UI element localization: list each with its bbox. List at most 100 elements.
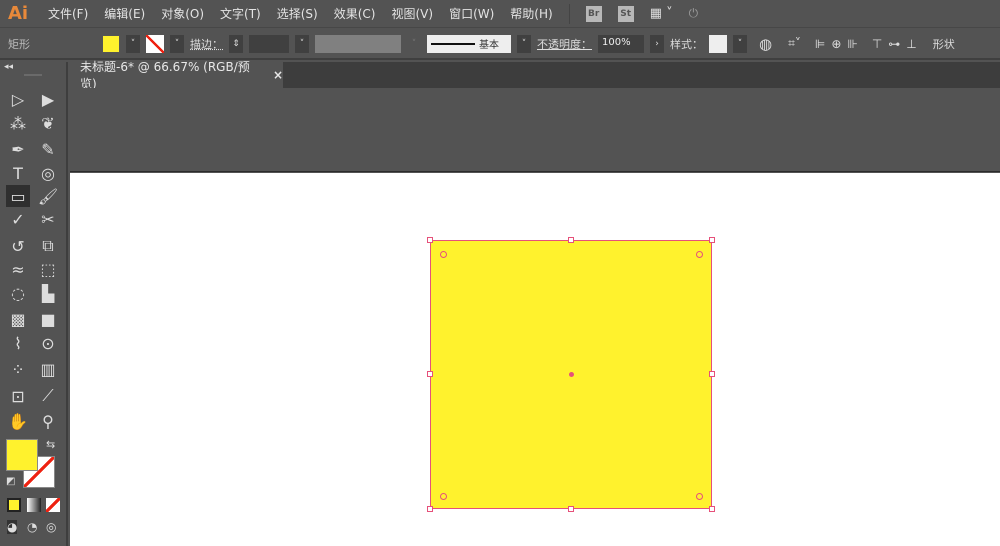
fill-color-swatch[interactable] (6, 439, 38, 471)
menu-select[interactable]: 选择(S) (269, 5, 326, 22)
align-vcenter-icon[interactable]: ⊶ (888, 37, 900, 51)
menu-window[interactable]: 窗口(W) (441, 5, 502, 22)
direct-selection-tool-icon[interactable]: ▶ (36, 88, 60, 110)
type-tool-icon[interactable]: T (6, 162, 30, 184)
draw-inside-icon[interactable]: ◎ (46, 520, 56, 534)
bridge-button[interactable]: Br (585, 5, 602, 22)
shape-label[interactable]: 形状 (933, 36, 955, 52)
bounding-box-handle[interactable] (427, 506, 433, 512)
document-tab-bar: 未标题-6* @ 66.67% (RGB/预览) × (70, 60, 1000, 91)
collapse-panel-icon[interactable]: ◂◂ (4, 62, 13, 72)
divider (568, 3, 570, 24)
menu-bar: Ai 文件(F) 编辑(E) 对象(O) 文字(T) 选择(S) 效果(C) 视… (0, 0, 1000, 28)
draw-normal-icon[interactable]: ◕ (7, 520, 18, 534)
menu-file[interactable]: 文件(F) (40, 5, 96, 22)
pasteboard (70, 88, 1000, 172)
default-colors-icon[interactable]: ◩ (6, 476, 15, 487)
column-graph-tool-icon[interactable]: ▥ (36, 358, 60, 380)
draw-behind-icon[interactable]: ◔ (27, 520, 37, 534)
align-right-icon[interactable]: ⊪ (847, 37, 857, 51)
align-hcenter-icon[interactable]: ⊕ (831, 37, 841, 51)
stock-button[interactable]: St (617, 5, 634, 22)
tools-panel: ◂◂ ⇆ ◩ ◕ ◔ ◎ ▷ ▶ ⁂ ❦ ✒ ✎ T ◎ ▭ 🖌 ✓ ✂ ↺ ⧉ ≈ ⬚ ◌ ▙ ▩ ■ ⌇ ⊙ ⁘ ▥ ⊡ ⟋ ✋… (0, 62, 68, 546)
stroke-dropdown[interactable]: ˅ (170, 34, 184, 53)
style-dropdown[interactable]: ˅ (733, 34, 747, 53)
pen-tool-icon[interactable]: ✒ (6, 138, 30, 160)
zoom-tool-icon[interactable]: ⚲ (36, 410, 60, 432)
shape-builder-tool-icon[interactable]: ◌ (6, 282, 30, 304)
eyedropper-tool-icon[interactable]: ⌇ (6, 332, 30, 354)
corner-radius-widget[interactable] (440, 493, 447, 500)
variable-width-profile[interactable] (315, 34, 401, 53)
recolor-artwork-icon[interactable]: ◍ (759, 35, 772, 53)
magic-wand-tool-icon[interactable]: ⁂ (6, 112, 30, 134)
color-mode-button[interactable] (7, 498, 21, 512)
slice-tool-icon[interactable]: ⟋ (36, 385, 60, 407)
stroke-weight-input[interactable] (249, 34, 289, 53)
symbol-sprayer-tool-icon[interactable]: ⁘ (6, 358, 30, 380)
selection-tool-icon[interactable]: ▷ (6, 88, 30, 110)
hand-tool-icon[interactable]: ✋ (6, 410, 30, 432)
stroke-weight-stepper[interactable]: ⇕ (229, 34, 243, 53)
scissors-tool-icon[interactable]: ✂ (36, 208, 60, 230)
control-panel: 矩形 ˅ ˅ 描边： ⇕ ˅ ˅ 基本 ˅ 不透明度： 100% › 样式： ˅… (0, 29, 1000, 60)
align-bottom-icon[interactable]: ⊥ (906, 37, 916, 51)
opacity-input[interactable]: 100% (598, 34, 644, 53)
swap-colors-icon[interactable]: ⇆ (46, 438, 55, 451)
workspace-layout-icon[interactable]: ▦ ˅ (650, 6, 673, 21)
free-transform-tool-icon[interactable]: ⬚ (36, 258, 60, 280)
corner-radius-widget[interactable] (696, 251, 703, 258)
bounding-box-handle[interactable] (427, 371, 433, 377)
fill-dropdown[interactable]: ˅ (126, 34, 140, 53)
align-top-icon[interactable]: ⊤ (872, 37, 882, 51)
center-point[interactable] (569, 372, 574, 377)
blend-tool-icon[interactable]: ⊙ (36, 332, 60, 354)
align-left-icon[interactable]: ⊫ (815, 37, 825, 51)
stroke-line-icon (431, 42, 475, 45)
bounding-box-handle[interactable] (568, 237, 574, 243)
artboard-tool-icon[interactable]: ⊡ (6, 385, 30, 407)
spiral-tool-icon[interactable]: ◎ (36, 162, 60, 184)
lasso-tool-icon[interactable]: ❦ (36, 112, 60, 134)
panel-grip[interactable] (24, 74, 42, 76)
bounding-box-handle[interactable] (568, 506, 574, 512)
menu-object[interactable]: 对象(O) (153, 5, 212, 22)
app-logo: Ai (8, 3, 29, 24)
scale-tool-icon[interactable]: ⧉ (36, 235, 60, 257)
bounding-box-handle[interactable] (709, 371, 715, 377)
gradient-mode-button[interactable] (27, 498, 41, 512)
bounding-box-handle[interactable] (709, 237, 715, 243)
curvature-tool-icon[interactable]: ✎ (36, 138, 60, 160)
none-mode-button[interactable] (46, 498, 60, 512)
gradient-tool-icon[interactable]: ■ (36, 308, 60, 330)
rectangle-tool-icon[interactable]: ▭ (6, 185, 30, 207)
mesh-tool-icon[interactable]: ▩ (6, 308, 30, 330)
menu-type[interactable]: 文字(T) (212, 5, 269, 22)
bounding-box-handle[interactable] (427, 237, 433, 243)
graphic-style-swatch[interactable] (709, 34, 727, 53)
opacity-arrow[interactable]: › (650, 34, 664, 53)
bounding-box-handle[interactable] (709, 506, 715, 512)
warp-tool-icon[interactable]: ≈ (6, 258, 30, 280)
perspective-grid-tool-icon[interactable]: ▙ (36, 282, 60, 304)
shaper-tool-icon[interactable]: ✓ (6, 208, 30, 230)
menu-help[interactable]: 帮助(H) (502, 5, 560, 22)
brush-dropdown[interactable]: ˅ (517, 34, 531, 53)
transform-icon[interactable]: ⌗˅ (788, 36, 801, 51)
corner-radius-widget[interactable] (440, 251, 447, 258)
menu-edit[interactable]: 编辑(E) (96, 5, 153, 22)
opacity-label[interactable]: 不透明度： (537, 36, 592, 52)
rotate-tool-icon[interactable]: ↺ (6, 235, 30, 257)
profile-dropdown[interactable]: ˅ (407, 35, 421, 53)
stroke-swatch-none[interactable] (146, 34, 164, 53)
close-icon[interactable]: × (273, 68, 283, 82)
corner-radius-widget[interactable] (696, 493, 703, 500)
brush-definition[interactable]: 基本 (427, 34, 511, 53)
gpu-performance-icon[interactable]: ⏻ (689, 6, 699, 21)
menu-view[interactable]: 视图(V) (383, 5, 441, 22)
stroke-weight-dropdown[interactable]: ˅ (295, 34, 309, 53)
paintbrush-tool-icon[interactable]: 🖌 (36, 185, 60, 207)
fill-swatch[interactable] (102, 34, 120, 53)
document-tab[interactable]: 未标题-6* @ 66.67% (RGB/预览) × (70, 60, 283, 91)
menu-effect[interactable]: 效果(C) (326, 5, 384, 22)
